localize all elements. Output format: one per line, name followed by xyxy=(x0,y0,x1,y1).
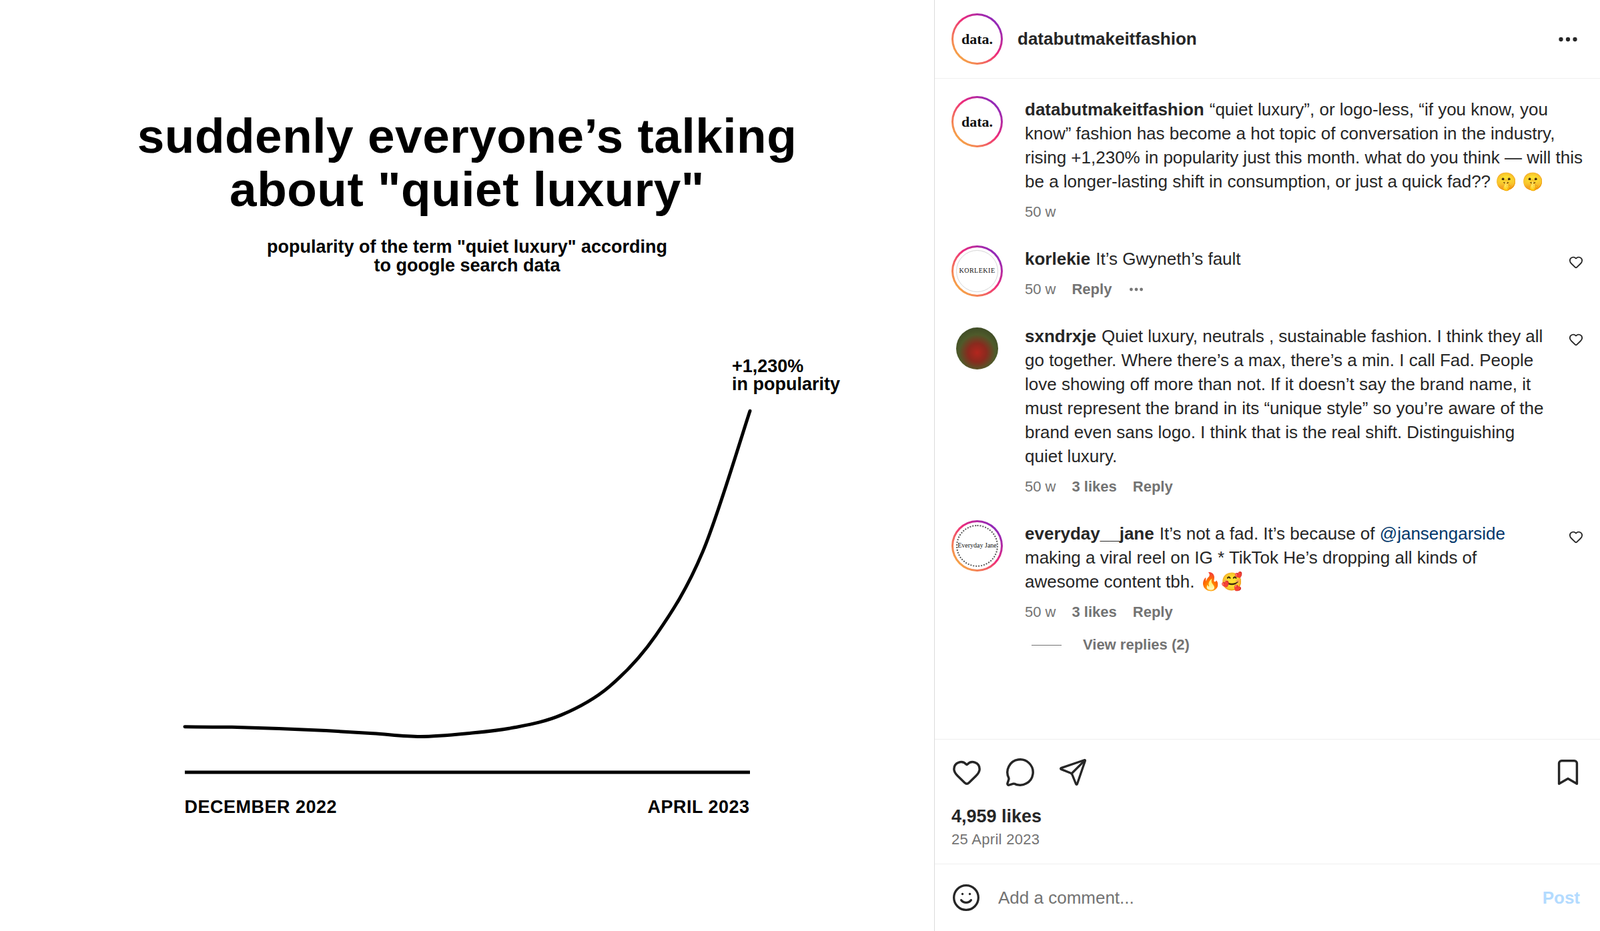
replies-line xyxy=(1031,645,1062,646)
comment-likes[interactable]: 3 likes xyxy=(1071,477,1117,497)
comment-input[interactable] xyxy=(996,887,1527,910)
like-count[interactable]: 4,959 likes xyxy=(951,805,1584,829)
comment-text-part: It’s not a fad. It’s because of xyxy=(1159,523,1380,544)
view-replies-button[interactable]: View replies (2) xyxy=(1031,636,1544,654)
comment-like-button[interactable] xyxy=(1565,245,1584,270)
caption-body: databutmakeitfashion“quiet luxury”, or l… xyxy=(1024,96,1584,222)
subtitle-line: popularity of the term "quiet luxury" ac… xyxy=(266,237,668,257)
comment-body: sxndrxjeQuiet luxury, neutrals , sustain… xyxy=(1024,322,1544,497)
caption-username[interactable]: databutmakeitfashion xyxy=(1024,99,1205,120)
caption-meta: 50 w xyxy=(1024,202,1584,222)
comment-text-part: making a viral reel on IG * TikTok He’s … xyxy=(1024,547,1477,592)
subtitle-line: to google search data xyxy=(266,256,668,275)
comment-text: sxndrxjeQuiet luxury, neutrals , sustain… xyxy=(1024,324,1544,469)
comment-username[interactable]: everyday__jane xyxy=(1024,523,1155,544)
action-bar xyxy=(951,757,1584,788)
caption-text: databutmakeitfashion“quiet luxury”, or l… xyxy=(1024,97,1584,194)
share-button[interactable] xyxy=(1058,757,1088,788)
reply-button[interactable]: Reply xyxy=(1071,280,1112,299)
post-image: suddenly everyone’s talkingabout "quiet … xyxy=(0,0,935,931)
heart-icon[interactable] xyxy=(1568,529,1584,545)
x-axis xyxy=(184,771,750,775)
save-button[interactable] xyxy=(1552,757,1584,788)
post-sidebar: data. databutmakeitfashion data. databutmak… xyxy=(934,0,1600,931)
avatar-frame: KORLEKIE xyxy=(953,247,1001,295)
title-line: suddenly everyone’s talking xyxy=(137,109,798,163)
comment-username[interactable]: korlekie xyxy=(1024,248,1091,269)
avatar-frame: data. xyxy=(953,98,1001,146)
mention-link[interactable]: @jansengarside xyxy=(1379,523,1506,544)
send-icon[interactable] xyxy=(1058,757,1088,788)
post-actions: 4,959 likes25 April 2023 xyxy=(934,739,1600,865)
avatar-frame: Everyday Jane xyxy=(953,522,1001,570)
chart-title: suddenly everyone’s talkingabout "quiet … xyxy=(137,109,798,217)
comment-avatar[interactable]: Everyday Jane xyxy=(951,520,1003,572)
comment-button[interactable] xyxy=(1004,757,1036,788)
comment-meta: 50 w 3 likes Reply xyxy=(1024,603,1544,622)
more-icon[interactable] xyxy=(1127,280,1145,299)
author-avatar[interactable]: data. xyxy=(951,13,1003,65)
post-date: 25 April 2023 xyxy=(951,830,1584,850)
caption-time: 50 w xyxy=(1024,202,1056,222)
bookmark-icon[interactable] xyxy=(1552,757,1584,788)
title-line: about "quiet luxury" xyxy=(137,162,798,217)
reply-button[interactable]: Reply xyxy=(1132,477,1173,497)
chart-annotation: +1,230%in popularity xyxy=(731,356,841,395)
line-chart: +1,230%in popularity DECEMBER 2022 APRIL 2… xyxy=(184,349,750,818)
like-button[interactable] xyxy=(951,757,983,788)
comment-username[interactable]: sxndrxje xyxy=(1024,326,1097,347)
comment-text-part: Quiet luxury, neutrals , sustainable fas… xyxy=(1024,326,1544,467)
comment-options-button[interactable] xyxy=(1127,280,1145,299)
comment-time: 50 w xyxy=(1024,603,1056,622)
smile-icon[interactable] xyxy=(951,883,981,913)
series-line xyxy=(184,411,750,737)
comment-meta: 50 w Reply xyxy=(1024,280,1544,299)
comment-text: everyday__janeIt’s not a fad. It’s becau… xyxy=(1024,521,1544,594)
comment-avatar[interactable]: KORLEKIE xyxy=(951,245,1003,297)
more-icon[interactable] xyxy=(1555,27,1580,52)
heart-icon[interactable] xyxy=(951,757,983,788)
comment-avatar[interactable] xyxy=(951,322,1003,375)
comment-composer: Post xyxy=(934,864,1600,931)
comment: sxndrxjeQuiet luxury, neutrals , sustain… xyxy=(951,322,1584,497)
avatar-image: Everyday Jane xyxy=(956,525,999,568)
comment-body: everyday__janeIt’s not a fad. It’s becau… xyxy=(1024,520,1544,654)
comment-icon[interactable] xyxy=(1004,757,1036,788)
instagram-post: suddenly everyone’s talkingabout "quiet … xyxy=(0,0,1600,931)
post-button[interactable]: Post xyxy=(1542,888,1580,909)
x-axis-label: DECEMBER 2022 xyxy=(184,797,338,818)
emoji-button[interactable] xyxy=(951,883,981,913)
comment-like-button[interactable] xyxy=(1565,322,1584,347)
chart-subtitle: popularity of the term "quiet luxury" ac… xyxy=(266,237,668,275)
comment-likes[interactable]: 3 likes xyxy=(1071,603,1117,622)
comment-like-button[interactable] xyxy=(1565,520,1584,545)
view-replies-label[interactable]: View replies (2) xyxy=(1082,636,1190,654)
avatar-frame xyxy=(953,324,1001,373)
caption: data. databutmakeitfashion“quiet luxury”,… xyxy=(951,96,1584,222)
heart-icon[interactable] xyxy=(1568,254,1584,270)
comment: KORLEKIE korlekieIt’s Gwyneth’s fault 50 w… xyxy=(951,245,1584,299)
comment-time: 50 w xyxy=(1024,477,1056,497)
comment-body: korlekieIt’s Gwyneth’s fault 50 w Reply xyxy=(1024,245,1544,299)
comment: Everyday Jane everyday__janeIt’s not a fa… xyxy=(951,520,1584,654)
comment-meta: 50 w 3 likes Reply xyxy=(1024,477,1544,497)
x-axis-label: APRIL 2023 xyxy=(647,797,750,818)
chart-plot: +1,230%in popularity xyxy=(184,349,750,780)
reply-button[interactable]: Reply xyxy=(1132,603,1173,622)
avatar-image: KORLEKIE xyxy=(956,250,999,293)
heart-icon[interactable] xyxy=(1568,332,1584,347)
caption-avatar[interactable]: data. xyxy=(951,96,1003,148)
avatar-image: data. xyxy=(956,18,999,61)
author-username[interactable]: databutmakeitfashion xyxy=(1017,28,1197,50)
comments-list: data. databutmakeitfashion“quiet luxury”,… xyxy=(934,78,1600,740)
comment-text: korlekieIt’s Gwyneth’s fault xyxy=(1024,246,1544,271)
avatar-frame: data. xyxy=(953,15,1001,63)
avatar-image xyxy=(956,327,999,370)
comment-time: 50 w xyxy=(1024,280,1056,299)
options-button[interactable] xyxy=(1555,27,1580,52)
avatar-image: data. xyxy=(956,100,999,143)
post-header: data. databutmakeitfashion xyxy=(934,0,1600,79)
comment-text-part: It’s Gwyneth’s fault xyxy=(1095,248,1241,269)
x-axis-labels: DECEMBER 2022 APRIL 2023 xyxy=(184,797,750,818)
